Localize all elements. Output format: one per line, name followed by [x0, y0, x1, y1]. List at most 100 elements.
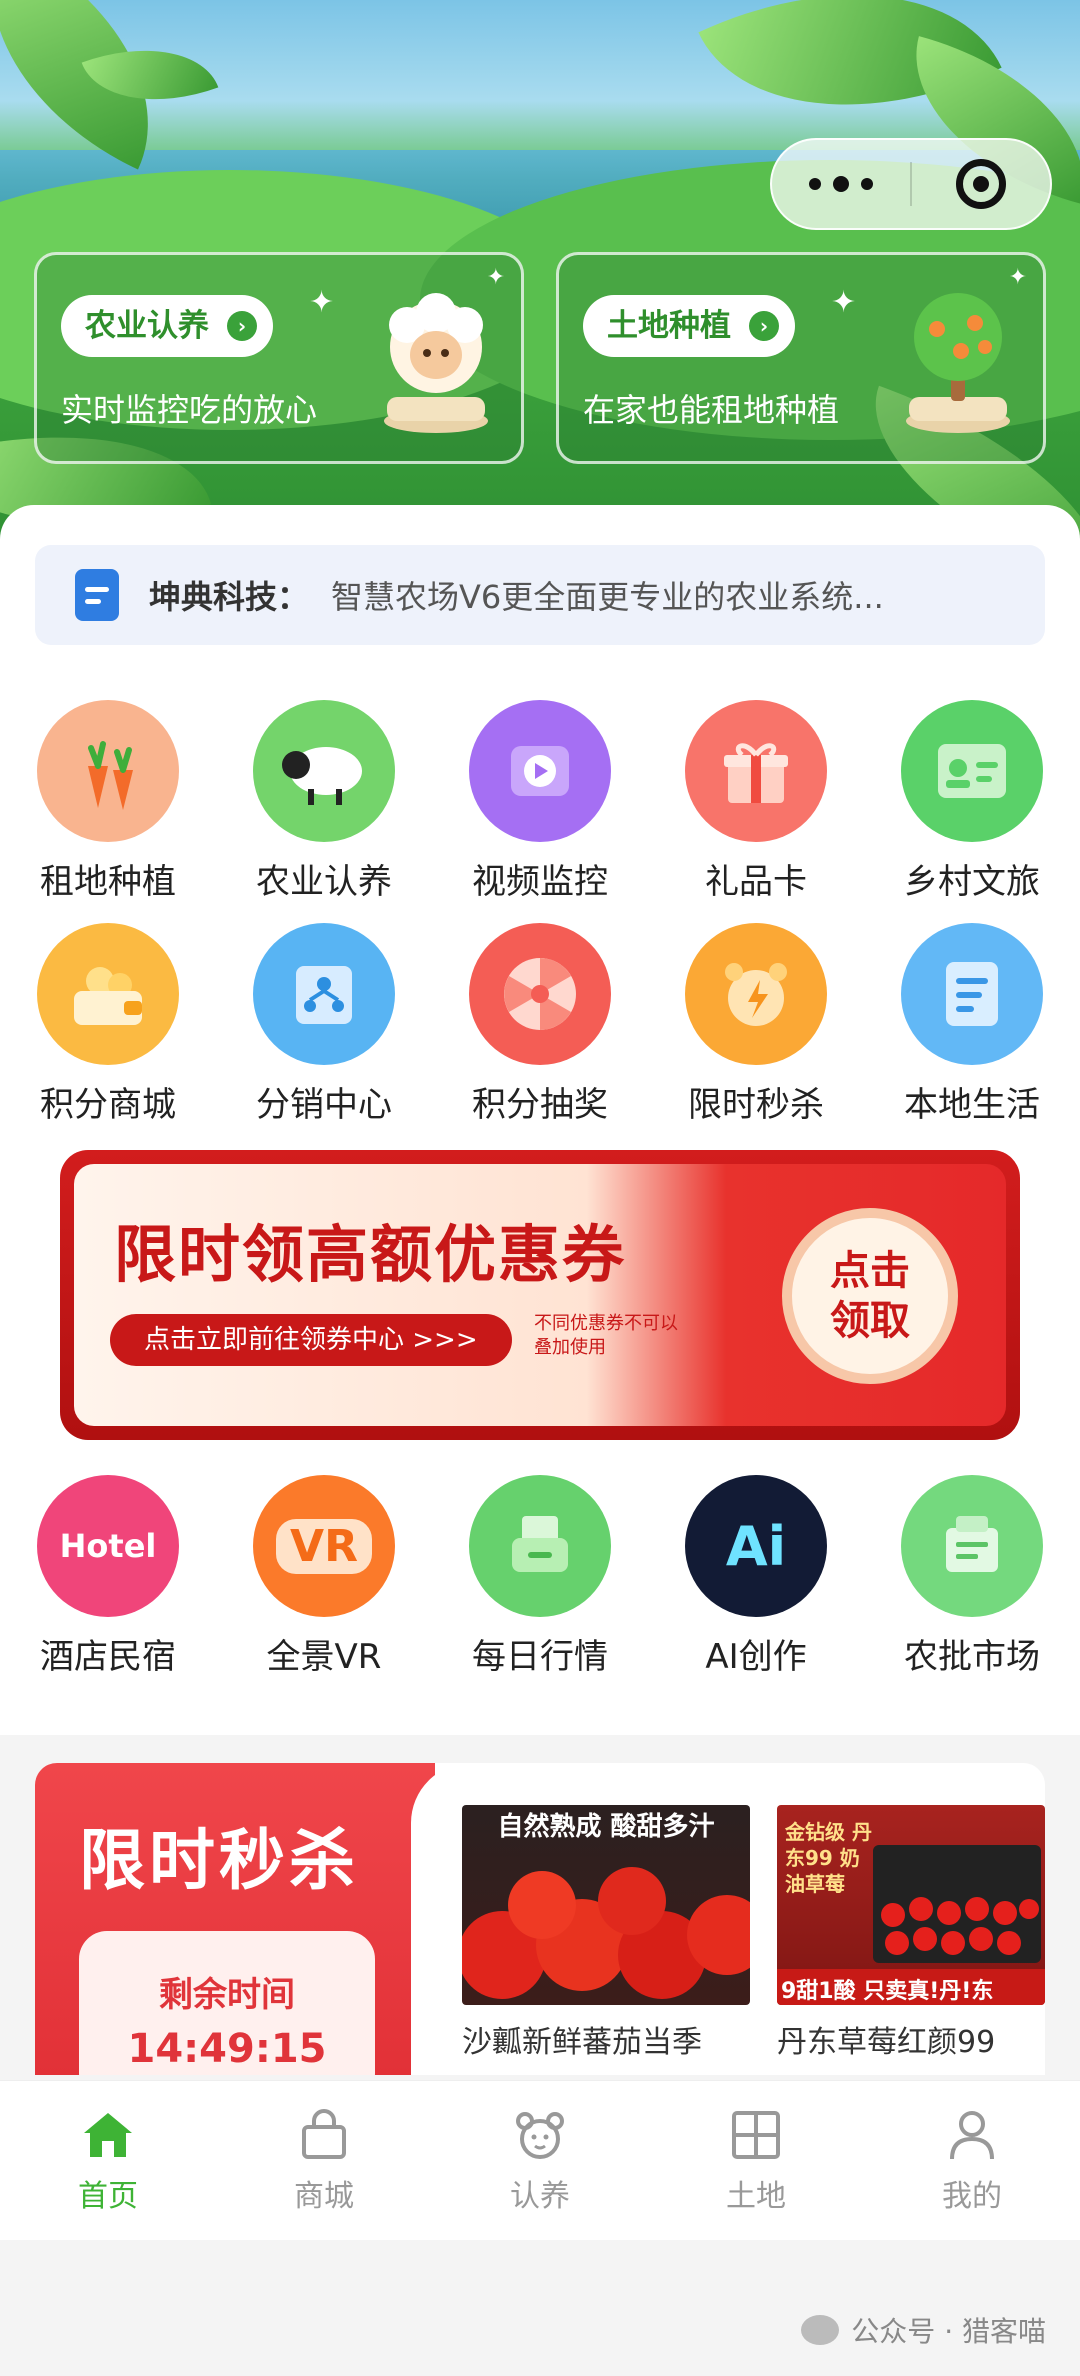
product-card[interactable]: 金钻级 丹东99 奶油草莓 9甜1酸 只卖真!丹!东 丹东草莓红颜99 — [777, 1805, 1045, 2075]
menu-item-video-monitor[interactable]: 视频监控 — [432, 700, 648, 903]
menu-item-points-mall[interactable]: 积分商城 — [0, 923, 216, 1126]
claim-coupon-button[interactable]: 点击领取 — [782, 1208, 958, 1384]
chevron-right-icon: › — [749, 311, 779, 341]
user-icon — [950, 2111, 994, 2160]
flash-sale-title: 限时秒杀 — [79, 1822, 359, 1899]
menu-grid-row-3: Hotel 酒店民宿 VR 全景VR 每日行情 Ai AI创作 农批市场 — [0, 1475, 1080, 1678]
menu-item-label: 农批市场 — [904, 1637, 1040, 1677]
product-name: 沙瓤新鲜蕃茄当季 — [462, 2025, 702, 2060]
menu-item-label: 积分商城 — [40, 1085, 176, 1125]
coupon-link[interactable]: 点击立即前往领券中心 >>> — [110, 1314, 512, 1366]
menu-item-label: 酒店民宿 — [40, 1637, 176, 1677]
mini-program-capsule — [770, 138, 1052, 230]
menu-item-label: AI创作 — [705, 1637, 807, 1677]
app-screen: 农业认养 › 实时监控吃的放心 ✦ ✦ 土地种植 › 在家也能租地种植 ✦ ✦ … — [0, 0, 1080, 2376]
tab-label: 认养 — [510, 2179, 570, 2214]
grid-icon — [732, 2111, 780, 2159]
coupon-inner: 限时领高额优惠券 点击立即前往领券中心 >>> 不同优惠券不可以叠加使用 点击领… — [74, 1164, 1006, 1426]
sparkle-icon: ✦ — [831, 285, 857, 320]
flash-sale-section: 限时秒杀 剩余时间 14:49:15 自然熟成 酸甜多汁 沙瓤新鲜蕃茄当季 金钻… — [35, 1763, 1045, 2075]
menu-item-local-life[interactable]: 本地生活 — [864, 923, 1080, 1126]
chevron-right-icon: › — [227, 311, 257, 341]
menu-item-label: 视频监控 — [472, 862, 608, 902]
carrot-icon — [37, 700, 179, 842]
coupon-banner[interactable]: 限时领高额优惠券 点击立即前往领券中心 >>> 不同优惠券不可以叠加使用 点击领… — [60, 1150, 1020, 1440]
flash-sale-header[interactable]: 限时秒杀 剩余时间 14:49:15 — [35, 1763, 435, 2075]
menu-item-gift-card[interactable]: 礼品卡 — [648, 700, 864, 903]
product-badge: 金钻级 丹东99 奶油草莓 — [785, 1820, 872, 1896]
gift-icon — [685, 700, 827, 842]
menu-item-land-rent[interactable]: 租地种植 — [0, 700, 216, 903]
menu-item-label: 礼品卡 — [705, 862, 807, 902]
promo-card-planting[interactable]: 土地种植 › 在家也能租地种植 ✦ ✦ — [556, 252, 1046, 464]
tab-land[interactable]: 土地 — [648, 2081, 864, 2240]
tab-label: 首页 — [78, 2179, 138, 2214]
promo-desc: 实时监控吃的放心 — [61, 391, 318, 429]
countdown-box: 剩余时间 14:49:15 — [79, 1931, 375, 2075]
alarm-icon — [685, 923, 827, 1065]
menu-item-lottery[interactable]: 积分抽奖 — [432, 923, 648, 1126]
tab-mall[interactable]: 商城 — [216, 2081, 432, 2240]
menu-item-hotel[interactable]: Hotel 酒店民宿 — [0, 1475, 216, 1678]
ai-glyph: Ai — [725, 1514, 787, 1578]
vr-icon: VR — [253, 1475, 395, 1617]
distribution-icon — [253, 923, 395, 1065]
menu-item-label: 全景VR — [266, 1637, 382, 1677]
wechat-icon — [801, 2315, 840, 2345]
announcement-label: 坤典科技： — [149, 578, 310, 616]
tab-label: 我的 — [942, 2179, 1002, 2214]
document-icon — [75, 569, 119, 621]
sparkle-icon: ✦ — [486, 265, 505, 290]
coupon-note: 不同优惠券不可以叠加使用 — [534, 1313, 678, 1358]
menu-item-flash-sale[interactable]: 限时秒杀 — [648, 923, 864, 1126]
promo-card-adoption[interactable]: 农业认养 › 实时监控吃的放心 ✦ ✦ — [34, 252, 524, 464]
sparkle-icon: ✦ — [1008, 265, 1027, 290]
menu-grid-row-2: 积分商城 分销中心 积分抽奖 限时秒杀 本地生活 — [0, 923, 1080, 1126]
menu-item-rural-tourism[interactable]: 乡村文旅 — [864, 700, 1080, 903]
menu-item-label: 租地种植 — [40, 862, 176, 902]
hotel-icon: Hotel — [37, 1475, 179, 1617]
bear-icon — [516, 2112, 564, 2159]
countdown-label: 剩余时间 — [159, 1975, 295, 2015]
promo-tag-label: 土地种植 — [607, 308, 731, 344]
video-icon — [469, 700, 611, 842]
menu-item-label: 分销中心 — [256, 1085, 392, 1125]
close-target-icon[interactable] — [912, 140, 1050, 228]
bottom-tab-bar: 首页 商城 认养 土地 我的 — [0, 2080, 1080, 2240]
tab-mine[interactable]: 我的 — [864, 2081, 1080, 2240]
menu-item-label: 本地生活 — [904, 1085, 1040, 1125]
home-icon — [84, 2113, 132, 2157]
menu-item-label: 限时秒杀 — [688, 1085, 824, 1125]
announcement-text: 智慧农场V6更全面更专业的农业系统... — [331, 578, 884, 616]
id-card-icon — [901, 700, 1043, 842]
sheep-icon — [253, 700, 395, 842]
menu-item-wholesale-market[interactable]: 农批市场 — [864, 1475, 1080, 1678]
product-badge: 自然熟成 酸甜多汁 — [497, 1812, 715, 1842]
market-icon — [901, 1475, 1043, 1617]
menu-item-vr[interactable]: VR 全景VR — [216, 1475, 432, 1678]
bag-icon — [302, 2109, 346, 2159]
menu-item-distribution[interactable]: 分销中心 — [216, 923, 432, 1126]
announcement-bar[interactable]: 坤典科技： 智慧农场V6更全面更专业的农业系统... — [35, 545, 1045, 645]
wheel-icon — [469, 923, 611, 1065]
more-icon[interactable] — [772, 140, 910, 228]
product-image-tomato: 自然熟成 酸甜多汁 — [462, 1805, 750, 2005]
countdown-timer: 14:49:15 — [127, 2026, 327, 2072]
menu-item-label: 每日行情 — [472, 1637, 608, 1677]
tab-label: 土地 — [726, 2179, 786, 2214]
hero-banner: 农业认养 › 实时监控吃的放心 ✦ ✦ 土地种植 › 在家也能租地种植 ✦ ✦ — [0, 0, 1080, 560]
tab-label: 商城 — [294, 2179, 354, 2214]
menu-item-adoption[interactable]: 农业认养 — [216, 700, 432, 903]
wallet-icon — [37, 923, 179, 1065]
vr-glyph: VR — [276, 1518, 372, 1574]
tab-home[interactable]: 首页 — [0, 2081, 216, 2240]
promo-tag: 土地种植 › — [583, 295, 795, 357]
tab-adopt[interactable]: 认养 — [432, 2081, 648, 2240]
tree-icon — [906, 293, 1010, 433]
menu-item-daily-market[interactable]: 每日行情 — [432, 1475, 648, 1678]
printer-icon — [469, 1475, 611, 1617]
menu-item-label: 积分抽奖 — [472, 1085, 608, 1125]
product-card[interactable]: 自然熟成 酸甜多汁 沙瓤新鲜蕃茄当季 — [462, 1805, 750, 2075]
menu-item-ai-creation[interactable]: Ai AI创作 — [648, 1475, 864, 1678]
promo-tag-label: 农业认养 — [85, 308, 209, 344]
